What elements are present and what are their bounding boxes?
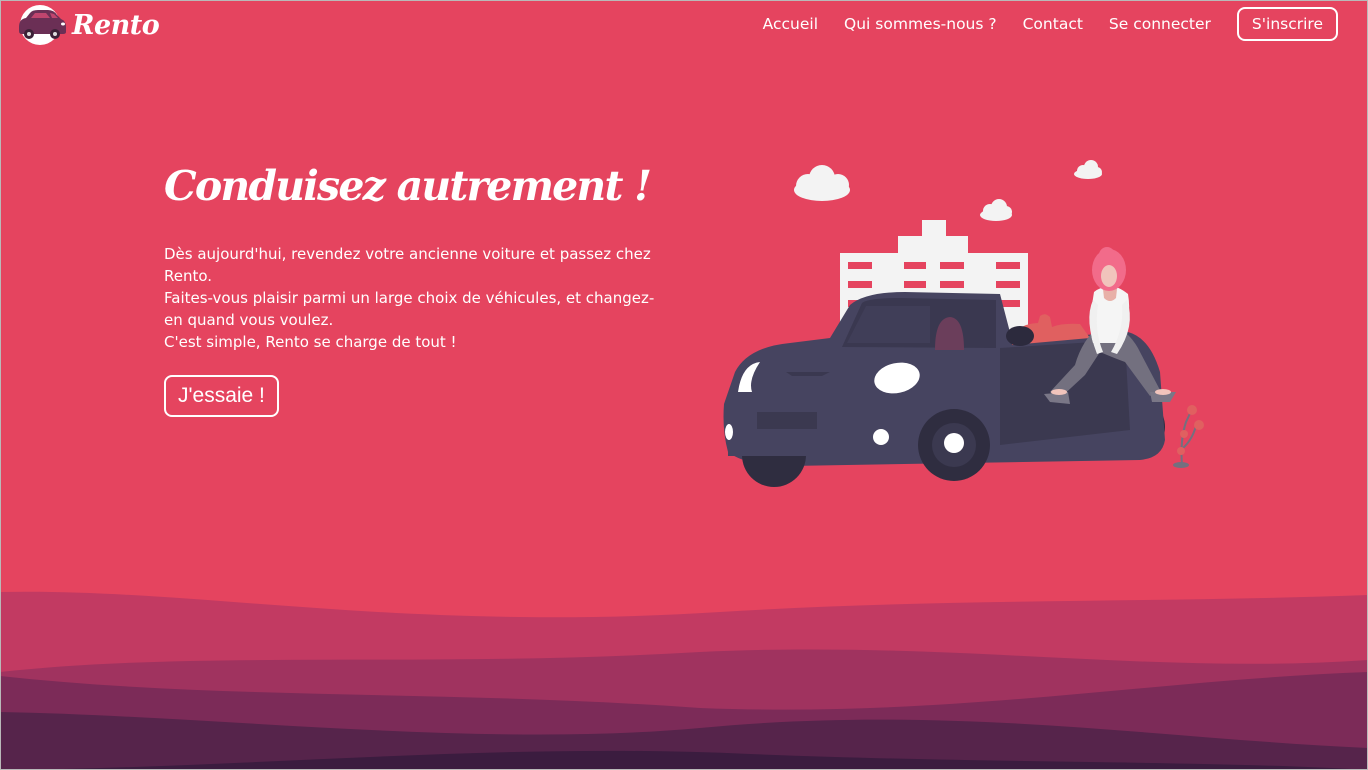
nav-link-qui-sommes-nous[interactable]: Qui sommes-nous ? [844,15,997,33]
plant-icon [1173,405,1204,468]
cloud-icon [794,165,850,201]
hero-line: Dès aujourd'hui, revendez votre ancienne… [164,245,651,285]
wave-background [0,591,1368,770]
hero-line: Faites-vous plaisir parmi un large choix… [164,289,655,329]
car-logo-icon [19,5,66,45]
nav-link-se-connecter[interactable]: Se connecter [1109,15,1211,33]
signup-button[interactable]: S'inscrire [1236,7,1338,41]
nav-link-accueil[interactable]: Accueil [763,15,818,33]
brand-logo[interactable]: Rento [16,4,160,46]
convertible-car-woman-illustration [723,160,1204,487]
cloud-icon [980,199,1012,221]
main-menu: Accueil Qui sommes-nous ? Contact Se con… [737,7,1338,41]
navbar: Rento Accueil Qui sommes-nous ? Contact … [0,0,1368,52]
hero-description: Dès aujourd'hui, revendez votre ancienne… [164,243,659,353]
brand-name: Rento [72,9,160,41]
hero-line: C'est simple, Rento se charge de tout ! [164,333,457,351]
try-button[interactable]: J'essaie ! [164,375,279,417]
hero-title: Conduisez autrement ! [164,162,652,210]
cloud-icon [1074,160,1102,179]
nav-link-contact[interactable]: Contact [1023,15,1083,33]
